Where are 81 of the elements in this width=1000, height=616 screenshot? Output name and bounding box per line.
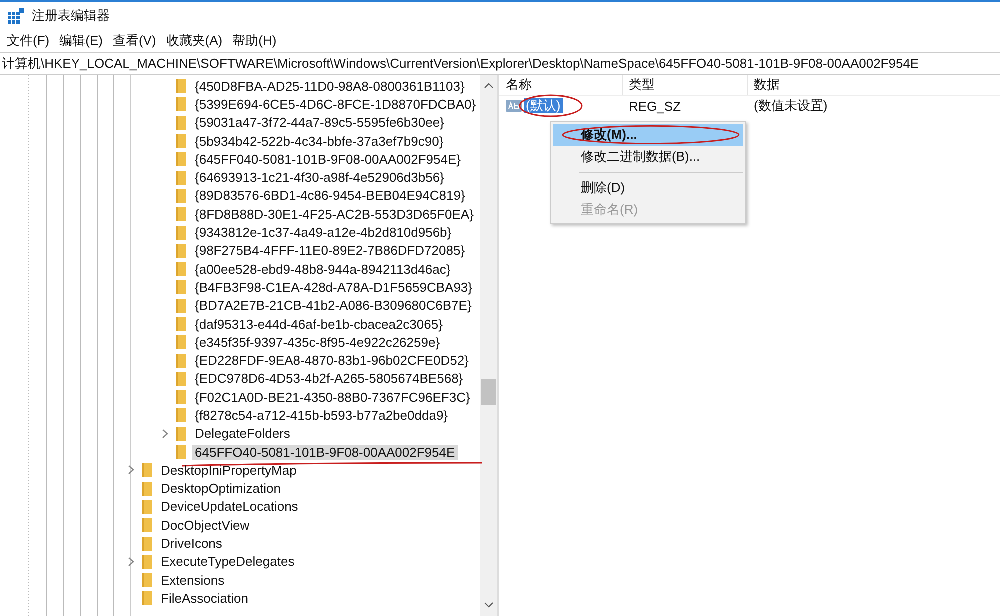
tree-item[interactable]: {98F275B4-4FFF-11E0-89E2-7B86DFD72085} [192, 243, 468, 258]
tree-item[interactable]: {5399E694-6CE5-4D6C-8FCE-1D8870FDCBA0} [192, 96, 480, 112]
folder-icon [175, 280, 187, 294]
tree-item[interactable]: ExecuteTypeDelegates [158, 554, 298, 570]
tree-item[interactable]: {59031a47-3f72-44a7-89c5-5595fe6b30ee} [192, 115, 448, 130]
tree-item[interactable]: {f8278c54-a712-415b-b593-b77a2be0dda9} [192, 408, 452, 423]
scrollbar[interactable] [480, 75, 497, 616]
folder-icon [175, 298, 187, 313]
scroll-up-icon[interactable] [484, 83, 494, 89]
folder-icon [175, 372, 187, 386]
folder-icon [175, 390, 187, 404]
folder-icon [141, 482, 153, 496]
folder-icon [175, 134, 187, 148]
table-cell-text: (数值未设置) [753, 97, 828, 115]
folder-icon [175, 170, 187, 185]
tree-item[interactable]: Extensions [158, 572, 228, 588]
folder-icon [141, 463, 153, 478]
menu-item[interactable]: 帮助(H) [228, 32, 282, 50]
folder-icon [175, 354, 187, 368]
tree-item[interactable]: {daf95313-e44d-46af-be1b-cbacea2c3065} [192, 316, 446, 332]
folder-icon [175, 426, 187, 441]
menu-item[interactable]: 编辑(E) [54, 32, 108, 50]
tree-item[interactable]: DesktopIniPropertyMap [158, 462, 300, 478]
tree-item[interactable]: {89D83576-6BD1-4c86-9454-BEB04E94C819} [192, 188, 468, 204]
folder-icon [141, 573, 153, 588]
menu-item[interactable]: 收藏夹(A) [161, 32, 228, 50]
folder-icon [175, 262, 187, 276]
string-value-icon [506, 99, 522, 113]
menu-item[interactable]: 删除(D) [553, 177, 743, 199]
tree-item[interactable]: DelegateFolders [192, 426, 294, 442]
scroll-down-icon[interactable] [484, 602, 494, 608]
column-header[interactable]: 数据 [748, 75, 780, 95]
folder-icon [141, 554, 153, 569]
tree-item[interactable]: 645FFO40-5081-101B-9F08-00AA002F954E [192, 444, 458, 460]
folder-icon [141, 518, 153, 532]
folder-icon [175, 97, 187, 112]
folder-icon [175, 188, 187, 203]
tree-item[interactable]: {64693913-1c21-4f30-a98f-4e52906d3b56} [192, 170, 448, 186]
column-header[interactable]: 名称 [499, 75, 623, 95]
tree-item[interactable]: {ED228FDF-9EA8-4870-83b1-96b02CFE0D52} [192, 353, 472, 368]
folder-icon [141, 591, 153, 606]
annotation-circle [518, 94, 584, 118]
folder-icon [175, 335, 187, 350]
address-field[interactable]: 计算机\HKEY_LOCAL_MACHINE\SOFTWARE\Microsoft\Windows\CurrentVersion\Explorer\Desktop\NameSpace\645FFO40-5081-101B-9F08-00AA002F954E [0, 52, 1000, 75]
tree-item[interactable]: {a00ee528-ebd9-48b8-944a-8942113d46ac} [192, 262, 454, 277]
folder-icon [175, 152, 187, 166]
folder-icon [175, 317, 187, 331]
column-header[interactable]: 类型 [623, 75, 748, 95]
tree-item[interactable]: {EDC978D6-4D53-4b2f-A265-5805674BE568} [192, 371, 466, 386]
table-cell-text: REG_SZ [628, 98, 682, 114]
tree-item[interactable]: DocObjectView [158, 518, 253, 533]
tree-item[interactable]: DriveIcons [158, 536, 226, 552]
tree-item[interactable]: {B4FB3F98-C1EA-428d-A78A-D1F5659CBA93} [192, 280, 476, 295]
tree-item[interactable]: {450D8FBA-AD25-11D0-98A8-0800361B1103} [192, 78, 468, 94]
tree-item[interactable]: {5b934b42-522b-4c34-bbfe-37a3ef7b9c90} [192, 134, 447, 149]
menu-item[interactable]: 查看(V) [108, 32, 162, 50]
folder-icon [141, 500, 153, 514]
folder-icon [175, 116, 187, 130]
registry-icon [8, 8, 24, 24]
menu-item[interactable]: 修改(M)... [553, 124, 743, 146]
tree-item[interactable]: {9343812e-1c37-4a49-a12e-4b2d810d956b} [192, 225, 455, 240]
folder-icon [175, 408, 187, 422]
tree-item[interactable]: {BD7A2E7B-21CB-41b2-A086-B309680C6B7E} [192, 298, 475, 314]
folder-icon [175, 79, 187, 94]
tree-item[interactable]: {F02C1A0D-BE21-4350-88B0-7367FC96EF3C} [192, 390, 474, 405]
folder-icon [175, 226, 187, 240]
folder-icon [175, 207, 187, 222]
folder-icon [175, 445, 187, 460]
window-title: 注册表编辑器 [32, 7, 110, 25]
value-name[interactable]: (默认) [524, 98, 563, 113]
tree-item[interactable]: DesktopOptimization [158, 481, 284, 496]
tree-item[interactable]: FileAssociation [158, 590, 252, 606]
tree-item[interactable]: DeviceUpdateLocations [158, 499, 302, 514]
tree-item[interactable]: {e345f35f-9397-435c-8f95-4e922c26259e} [192, 334, 444, 350]
tree-item[interactable]: {8FD8B88D-30E1-4F25-AC2B-553D3D65F0EA} [192, 206, 477, 222]
menu-item[interactable]: 文件(F) [2, 32, 55, 50]
folder-icon [141, 536, 153, 551]
scroll-thumb[interactable] [481, 379, 496, 405]
menu-item[interactable]: 修改二进制数据(B)... [553, 146, 743, 168]
folder-icon [175, 244, 187, 258]
tree-item[interactable]: {645FF040-5081-101B-9F08-00AA002F954E} [192, 152, 464, 167]
